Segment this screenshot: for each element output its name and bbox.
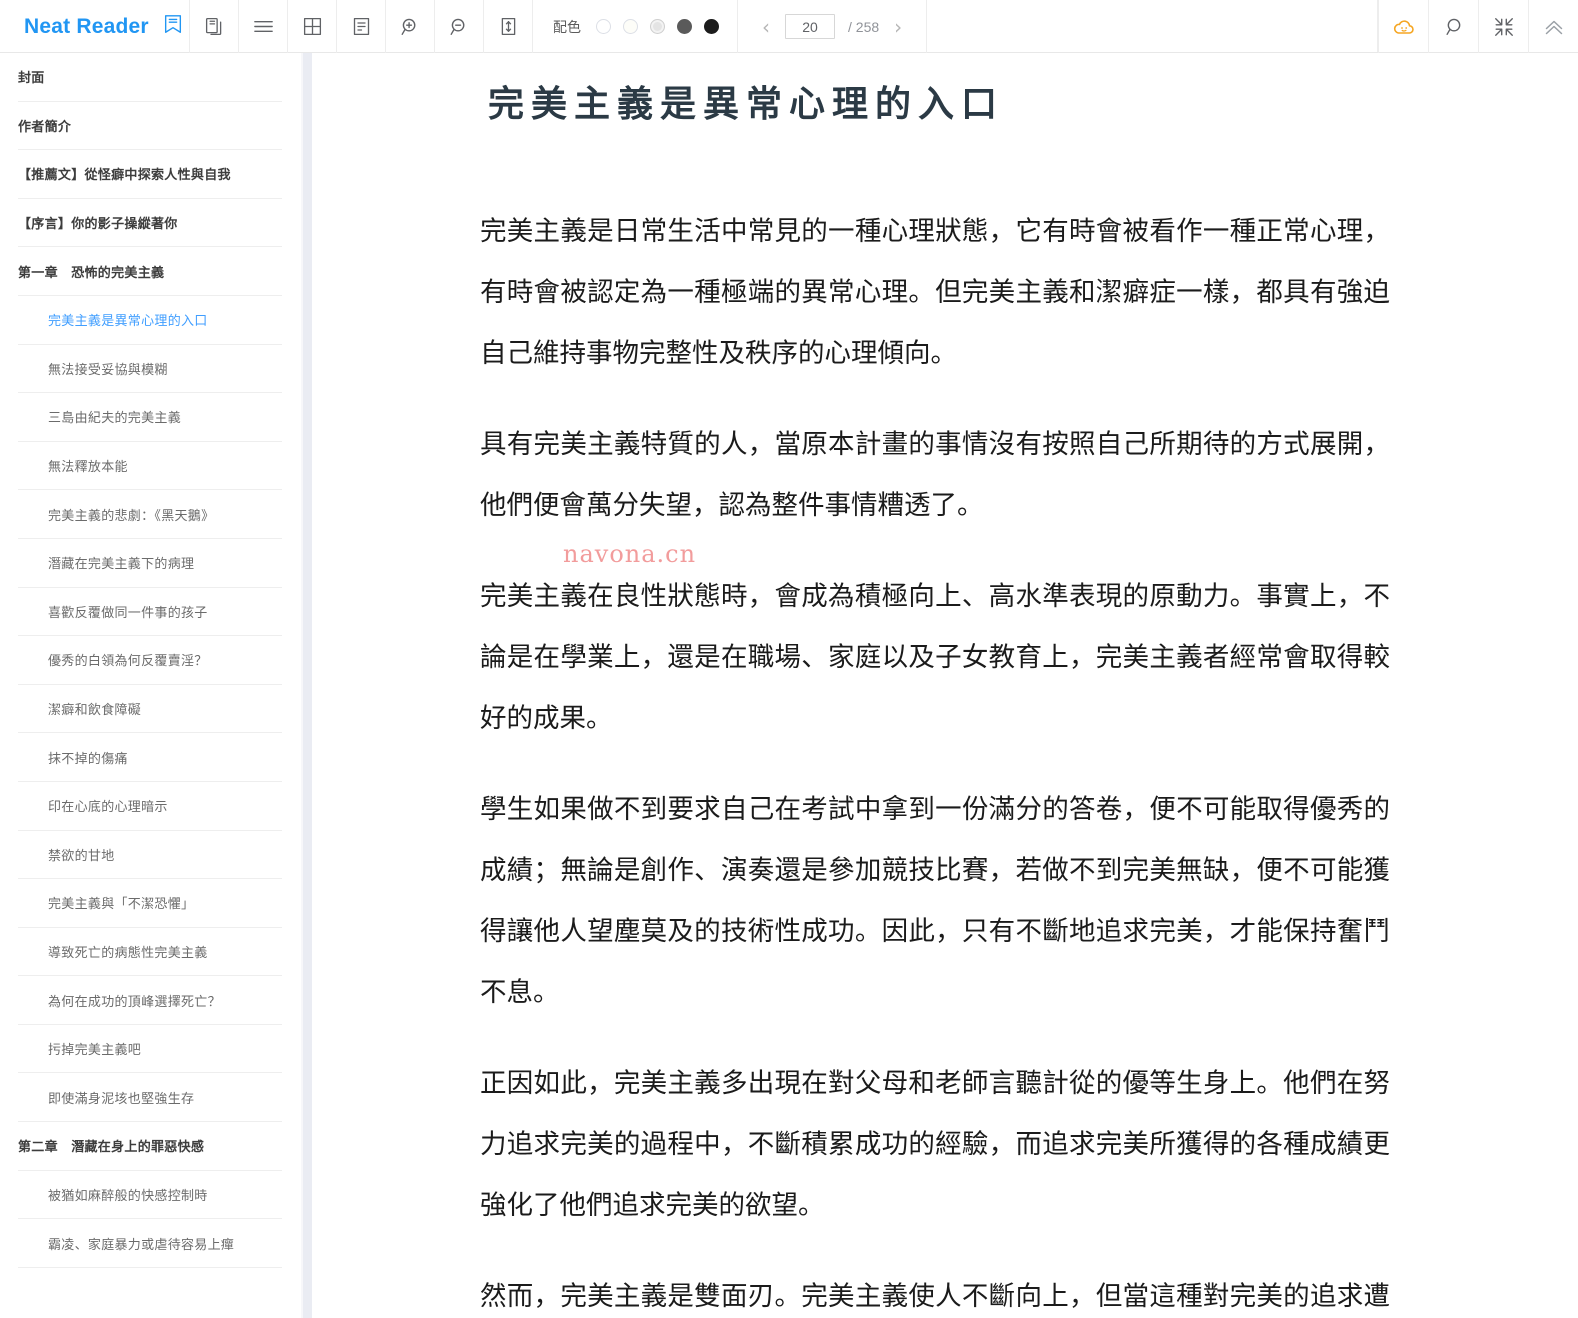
cloud-sync-icon[interactable] <box>1378 0 1428 53</box>
toc-item-label: 【序言】你的影子操縱著你 <box>18 217 178 233</box>
grid-layout-icon[interactable] <box>288 0 337 53</box>
toc-item[interactable]: 無法接受妥協與模糊 <box>18 345 282 394</box>
toc-item-label: 完美主義的悲劇：《黑天鵝》 <box>48 508 215 524</box>
toc-item[interactable]: 為何在成功的頂峰選擇死亡？ <box>18 976 282 1025</box>
toc-item-label: 封面 <box>18 71 45 87</box>
book-copy-icon[interactable] <box>190 0 239 53</box>
save-book-icon[interactable] <box>162 13 184 40</box>
toc-item[interactable]: 作者簡介 <box>18 102 282 151</box>
toc-item-label: 完美主義與「不潔恐懼」 <box>48 897 195 913</box>
paragraph: 完美主義是日常生活中常見的一種心理狀態，它有時會被看作一種正常心理，有時會被認定… <box>480 216 1390 369</box>
chapter-body: 完美主義是日常生活中常見的一種心理狀態，它有時會被看作一種正常心理，有時會被認定… <box>480 201 1390 1318</box>
toc-item-label: 優秀的白領為何反覆賣淫？ <box>48 654 208 670</box>
toc-item-label: 三島由紀夫的完美主義 <box>48 411 182 427</box>
scheme-white-swatch[interactable] <box>596 19 611 34</box>
line-height-icon[interactable] <box>484 0 533 53</box>
toc-item-label: 扝掉完美主義吧 <box>48 1043 142 1059</box>
page-number-input[interactable] <box>785 14 835 39</box>
toc-item[interactable]: 完美主義的悲劇：《黑天鵝》 <box>18 490 282 539</box>
toolbar-spacer <box>927 0 1378 52</box>
table-of-contents-sidebar[interactable]: 封面作者簡介【推薦文】從怪癖中探索人性與自我 【序言】你的影子操縱著你 第一章 恐怖… <box>0 53 300 1318</box>
toc-item[interactable]: 喜歡反覆做同一件事的孩子 <box>18 588 282 637</box>
toc-item-label: 無法接受妥協與模糊 <box>48 362 168 378</box>
zoom-in-icon[interactable] <box>386 0 435 53</box>
toc-item-label: 禁欲的甘地 <box>48 848 115 864</box>
double-chevron-up-icon[interactable] <box>1528 0 1578 53</box>
toc-list: 封面作者簡介【推薦文】從怪癖中探索人性與自我 【序言】你的影子操縱著你 第一章 恐怖… <box>0 53 300 1268</box>
toc-item-label: 第二章 潛藏在身上的罪惡快感 <box>18 1140 205 1156</box>
toc-item-label: 潛藏在完美主義下的病理 <box>48 557 195 573</box>
app-brand-name: Neat Reader <box>24 14 149 38</box>
top-toolbar: Neat Reader 配色 ‹ 20 / 258 › <box>0 0 1578 53</box>
scheme-gray-swatch[interactable] <box>650 19 665 34</box>
page-total-label: / 258 <box>848 18 880 35</box>
toc-item-label: 為何在成功的頂峰選擇死亡？ <box>48 994 221 1010</box>
toc-item-label: 霸凌、家庭暴力或虐待容易上癉 <box>48 1237 235 1253</box>
next-page-button[interactable]: › <box>892 17 904 37</box>
brand-area[interactable]: Neat Reader <box>0 0 190 53</box>
color-scheme-group: 配色 <box>533 0 738 53</box>
zoom-out-icon[interactable] <box>435 0 484 53</box>
toc-item[interactable]: 即使滿身泥垓也堅強生存 <box>18 1073 282 1123</box>
paragraph: 完美主義在良性狀態時，會成為積極向上、高水準表現的原動力。事實上，不論是在學業上… <box>480 581 1390 734</box>
toc-item[interactable]: 完美主義與「不潔恐懼」 <box>18 879 282 928</box>
paragraph: 然而，完美主義是雙面刃。完美主義使人不斷向上，但當這種對完美的追求遭遇困難時，完… <box>480 1281 1390 1312</box>
toc-item[interactable]: 封面 <box>18 53 282 102</box>
toc-item[interactable]: 潛藏在完美主義下的病理 <box>18 539 282 588</box>
toc-item[interactable]: 抹不掉的傷痛 <box>18 733 282 782</box>
toc-item-label: 即使滿身泥垓也堅強生存 <box>48 1091 195 1107</box>
toc-item-label: 無法釋放本能 <box>48 460 128 476</box>
toc-item[interactable]: 第一章 恐怖的完美主義 <box>18 247 282 296</box>
paragraph: 學生如果做不到要求自己在考試中拿到一份滿分的答卷，便不可能取得優秀的成績；無論是… <box>480 794 1390 1008</box>
toc-item[interactable]: 禁欲的甘地 <box>18 831 282 880</box>
reader-page: 完美主義是異常心理的入口 完美主義是日常生活中常見的一種心理狀態，它有時會被看作… <box>335 53 1578 1318</box>
toc-item[interactable]: 被猶如麻醉般的快感控制時 <box>18 1171 282 1220</box>
toc-item-label: 第一章 恐怖的完美主義 <box>18 265 165 281</box>
toc-item-label: 完美主義是異常心理的入口 <box>48 314 208 330</box>
scheme-dark-gray-swatch[interactable] <box>677 19 692 34</box>
toc-item[interactable]: 導致死亡的病態性完美主義 <box>18 928 282 977</box>
toc-item-label: 印在心底的心理暗示 <box>48 800 168 816</box>
chapter-title: 完美主義是異常心理的入口 <box>488 83 1005 125</box>
note-list-icon[interactable] <box>337 0 386 53</box>
toc-item[interactable]: 【推薦文】從怪癖中探索人性與自我 <box>18 150 282 199</box>
paragraph: 正因如此，完美主義多出現在對父母和老師言聽計從的優等生身上。他們在努力追求完美的… <box>480 1068 1390 1221</box>
toc-item[interactable]: 第二章 潛藏在身上的罪惡快感 <box>18 1122 282 1171</box>
collapse-arrows-icon[interactable] <box>1478 0 1528 53</box>
toc-item[interactable]: 潔癖和飲食障礙 <box>18 685 282 734</box>
prev-page-button[interactable]: ‹ <box>760 17 772 37</box>
toc-item-label: 【推薦文】從怪癖中探索人性與自我 <box>18 168 231 184</box>
toc-item[interactable]: 無法釋放本能 <box>18 442 282 491</box>
menu-lines-icon[interactable] <box>239 0 288 53</box>
toc-item-label: 潔癖和飲食障礙 <box>48 703 142 719</box>
toc-item-label: 導致死亡的病態性完美主義 <box>48 945 208 961</box>
search-icon[interactable] <box>1428 0 1478 53</box>
scheme-cream-swatch[interactable] <box>623 19 638 34</box>
toc-item-label: 作者簡介 <box>18 119 72 135</box>
toc-item[interactable]: 印在心底的心理暗示 <box>18 782 282 831</box>
page-navigation: ‹ / 258 › <box>738 0 928 53</box>
toc-item[interactable]: 霸凌、家庭暴力或虐待容易上癉 <box>18 1219 282 1268</box>
neat-reader-window: Neat Reader 配色 ‹ 20 / 258 › 封面 作者簡介 【推薦文… <box>0 0 1578 1318</box>
toc-item-label: 被猶如麻醉般的快感控制時 <box>48 1188 208 1204</box>
scheme-black-swatch[interactable] <box>704 19 719 34</box>
toc-item[interactable]: 【序言】你的影子操縱著你 <box>18 199 282 248</box>
toc-item[interactable]: 三島由紀夫的完美主義 <box>18 393 282 442</box>
toc-item[interactable]: 扝掉完美主義吧 <box>18 1025 282 1074</box>
sidebar-scrollbar[interactable] <box>303 53 312 1318</box>
paragraph: 具有完美主義特質的人，當原本計畫的事情沒有按照自己所期待的方式展開，他們便會萬分… <box>480 429 1390 521</box>
toc-item[interactable]: 優秀的白領為何反覆賣淫？ <box>18 636 282 685</box>
toc-item-label: 抹不掉的傷痛 <box>48 751 128 767</box>
toc-item-label: 喜歡反覆做同一件事的孩子 <box>48 605 208 621</box>
color-scheme-label: 配色 <box>553 19 581 36</box>
toc-item[interactable]: 完美主義是異常心理的入口 <box>18 296 282 345</box>
